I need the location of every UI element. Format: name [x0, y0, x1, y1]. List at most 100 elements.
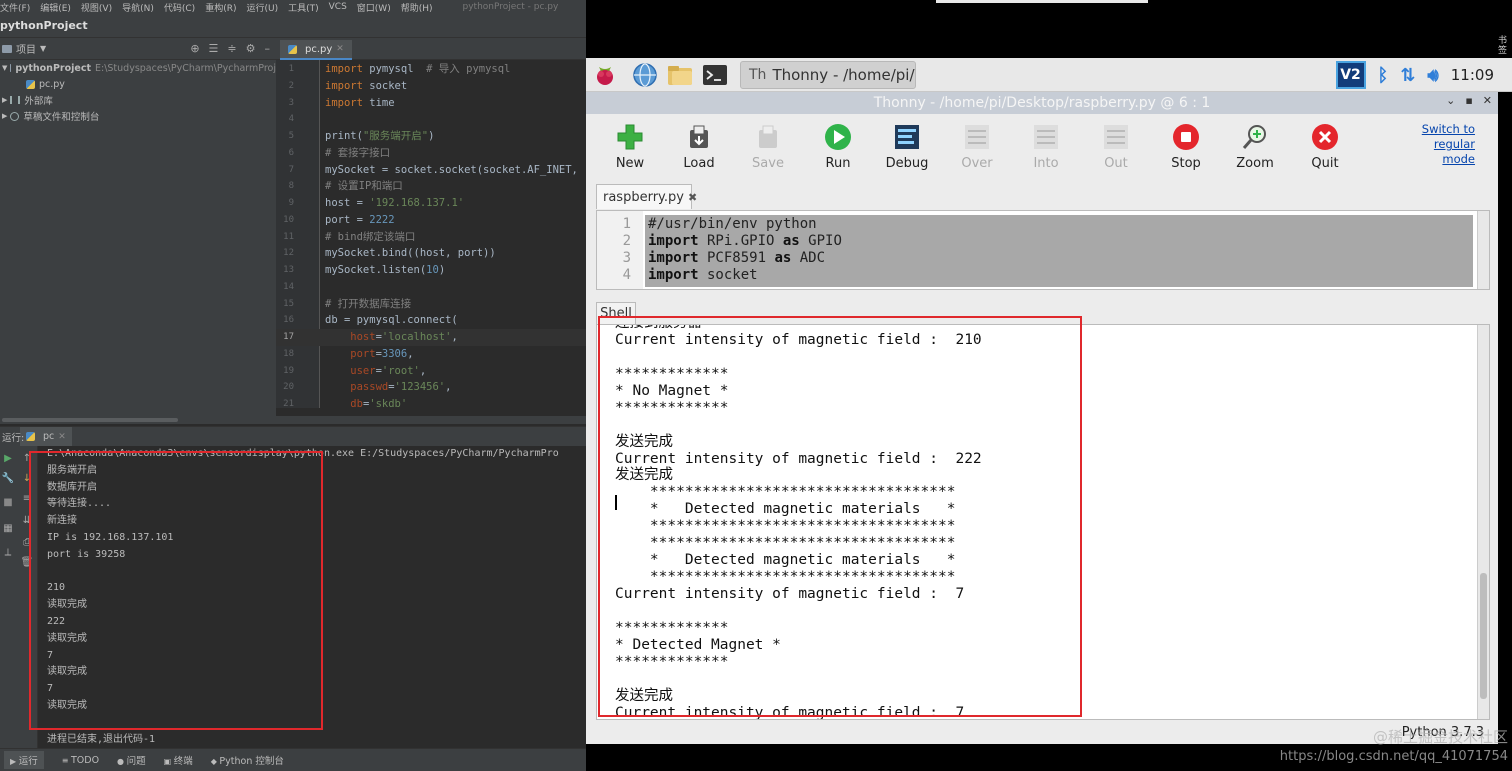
- delete-icon[interactable]: 🗑: [20, 556, 34, 570]
- chevron-down-icon[interactable]: ▼: [2, 64, 7, 72]
- run-console[interactable]: E:\Anaconda\Anaconda3\envs\sensordisplay…: [38, 446, 586, 748]
- menu-item[interactable]: 代码(C): [164, 1, 195, 14]
- code-token: "服务端开启": [362, 130, 429, 142]
- shell-tab[interactable]: Shell: [596, 302, 636, 324]
- debug-icon: [892, 122, 922, 152]
- pin-icon[interactable]: ⟂: [1, 546, 15, 560]
- tool-window-problems[interactable]: ● 问题: [117, 753, 146, 767]
- line-number: 8: [288, 181, 294, 192]
- scrollbar-thumb[interactable]: [1480, 573, 1487, 699]
- run-button[interactable]: Run: [808, 122, 868, 171]
- run-tab-pc[interactable]: pc ✕: [20, 426, 72, 447]
- menu-item[interactable]: 导航(N): [122, 1, 154, 14]
- bluetooth-icon[interactable]: ᛒ: [1378, 65, 1389, 86]
- run-side-toolbar: ▶ ↑ 🔧 ↓ ■ ≡ ▦ ⇊ ⟂ ⎙ 🗑: [0, 446, 38, 748]
- menu-item[interactable]: 编辑(E): [40, 1, 71, 14]
- close-icon[interactable]: ✕: [336, 44, 344, 54]
- chevron-right-icon[interactable]: ▶: [2, 96, 7, 104]
- zoom-button[interactable]: Zoom: [1225, 122, 1285, 171]
- close-icon[interactable]: ✕: [1483, 94, 1492, 107]
- tree-item-scratches[interactable]: ▶ 草稿文件和控制台: [0, 108, 276, 124]
- switch-to-regular-mode-link[interactable]: Switch to regular mode: [1415, 122, 1475, 167]
- shell-panel[interactable]: 连接到服务器Current intensity of magnetic fiel…: [596, 324, 1490, 720]
- scrollbar-thumb[interactable]: [2, 418, 178, 422]
- menu-item[interactable]: 重构(R): [205, 1, 236, 14]
- tool-window-run[interactable]: ▶ 运行: [4, 751, 44, 769]
- collapse-all-icon[interactable]: ≑: [227, 42, 236, 55]
- gear-icon[interactable]: ⚙: [246, 42, 256, 55]
- layout-icon[interactable]: ▦: [1, 522, 15, 536]
- tree-item-external-libs[interactable]: ▶ 外部库: [0, 92, 276, 108]
- editor-horizontal-scrollbar[interactable]: [0, 416, 586, 424]
- project-panel-tools: ⊕ ☰ ≑ ⚙ –: [190, 42, 270, 55]
- menu-item[interactable]: 运行(U): [246, 1, 278, 14]
- code-text: mySocket = socket.socket(socket.AF_INET,: [325, 162, 578, 179]
- menu-item[interactable]: 窗口(W): [357, 1, 391, 14]
- tree-item-root[interactable]: ▼ pythonProject E:\Studyspaces\PyCharm\P…: [0, 60, 276, 76]
- save-button[interactable]: Save: [738, 122, 798, 171]
- close-icon[interactable]: ✖: [688, 191, 697, 204]
- down-arrow-icon[interactable]: ↓: [20, 472, 34, 486]
- tool-window-python-console[interactable]: ◆ Python 控制台: [211, 753, 284, 767]
- locate-icon[interactable]: ⊕: [190, 42, 199, 55]
- minimize-icon[interactable]: –: [265, 42, 271, 55]
- out-button[interactable]: Out: [1086, 122, 1146, 171]
- menu-item[interactable]: 帮助(H): [401, 1, 433, 14]
- tree-item-file[interactable]: pc.py: [0, 76, 276, 92]
- stop-button[interactable]: Stop: [1156, 122, 1216, 171]
- tool-window-todo[interactable]: ≡ TODO: [62, 755, 99, 766]
- soft-wrap-icon[interactable]: ≡: [20, 492, 34, 506]
- up-arrow-icon[interactable]: ↑: [20, 452, 34, 466]
- new-button[interactable]: New: [600, 122, 660, 171]
- expand-all-icon[interactable]: ☰: [209, 42, 219, 55]
- wrench-icon[interactable]: 🔧: [1, 472, 15, 486]
- scroll-end-icon[interactable]: ⇊: [20, 514, 34, 528]
- vnc-icon[interactable]: V2: [1335, 61, 1366, 89]
- menu-item[interactable]: 工具(T): [288, 1, 319, 14]
- thonny-code-editor[interactable]: 1 #/usr/bin/env python 2 import RPi.GPIO as…: [596, 210, 1490, 290]
- editor-tab-pc-py[interactable]: pc.py ✕: [280, 40, 352, 60]
- stop-icon[interactable]: ■: [1, 496, 15, 510]
- toolbar-button-label: Over: [961, 156, 993, 171]
- project-breadcrumb[interactable]: pythonProject: [0, 14, 586, 38]
- line-number: 6: [288, 147, 294, 158]
- code-editor[interactable]: 1 import pymysql # 导入 pymysql 2 import sock…: [276, 60, 586, 408]
- volume-icon[interactable]: 🔊︎: [1427, 65, 1438, 86]
- chevron-right-icon[interactable]: ▶: [2, 112, 7, 120]
- project-panel-label[interactable]: 项目: [16, 41, 36, 56]
- menu-item[interactable]: 文件(F): [0, 1, 30, 14]
- menu-item[interactable]: 视图(V): [81, 1, 112, 14]
- tool-window-terminal[interactable]: ▣ 终端: [164, 753, 193, 767]
- editor-tab-raspberry-py[interactable]: raspberry.py ✖: [596, 184, 697, 209]
- thonny-titlebar[interactable]: Thonny - /home/pi/Desktop/raspberry.py @…: [586, 92, 1498, 114]
- terminal-icon[interactable]: [702, 62, 728, 88]
- close-icon[interactable]: ✕: [58, 432, 66, 442]
- debug-button[interactable]: Debug: [877, 122, 937, 171]
- print-icon[interactable]: ⎙: [20, 536, 34, 550]
- line-number: 5: [288, 131, 294, 141]
- over-button[interactable]: Over: [947, 122, 1007, 171]
- shell-vertical-scrollbar[interactable]: [1477, 325, 1489, 719]
- quit-button[interactable]: Quit: [1295, 122, 1355, 171]
- vnc-label: V2: [1340, 67, 1361, 83]
- console-line: 数据库开启: [47, 481, 97, 493]
- taskbar-thonny-item[interactable]: Th Thonny - /home/pi/...: [740, 61, 916, 89]
- browser-icon[interactable]: [632, 62, 658, 88]
- editor-vertical-scrollbar[interactable]: [1477, 211, 1489, 289]
- file-manager-icon[interactable]: [666, 62, 692, 88]
- chevron-down-icon[interactable]: ⌄: [1446, 94, 1455, 107]
- raspberry-menu-icon[interactable]: [592, 62, 618, 88]
- chevron-down-icon[interactable]: ▼: [40, 44, 46, 53]
- top-strip: [936, 0, 1148, 3]
- code-line: 11 # bind绑定该端口: [276, 229, 586, 246]
- load-button[interactable]: Load: [669, 122, 729, 171]
- clock[interactable]: 11:09: [1451, 66, 1494, 84]
- menu-item[interactable]: VCS: [329, 2, 347, 12]
- code-token: '123456': [394, 381, 446, 394]
- maximize-icon[interactable]: ▪: [1465, 94, 1472, 107]
- code-line: 7 mySocket = socket.socket(socket.AF_INET…: [276, 162, 586, 179]
- rerun-icon[interactable]: ▶: [1, 452, 15, 466]
- network-transfer-icon[interactable]: ⇅: [1400, 65, 1415, 86]
- into-button[interactable]: Into: [1016, 122, 1076, 171]
- line-number: 4: [622, 267, 631, 283]
